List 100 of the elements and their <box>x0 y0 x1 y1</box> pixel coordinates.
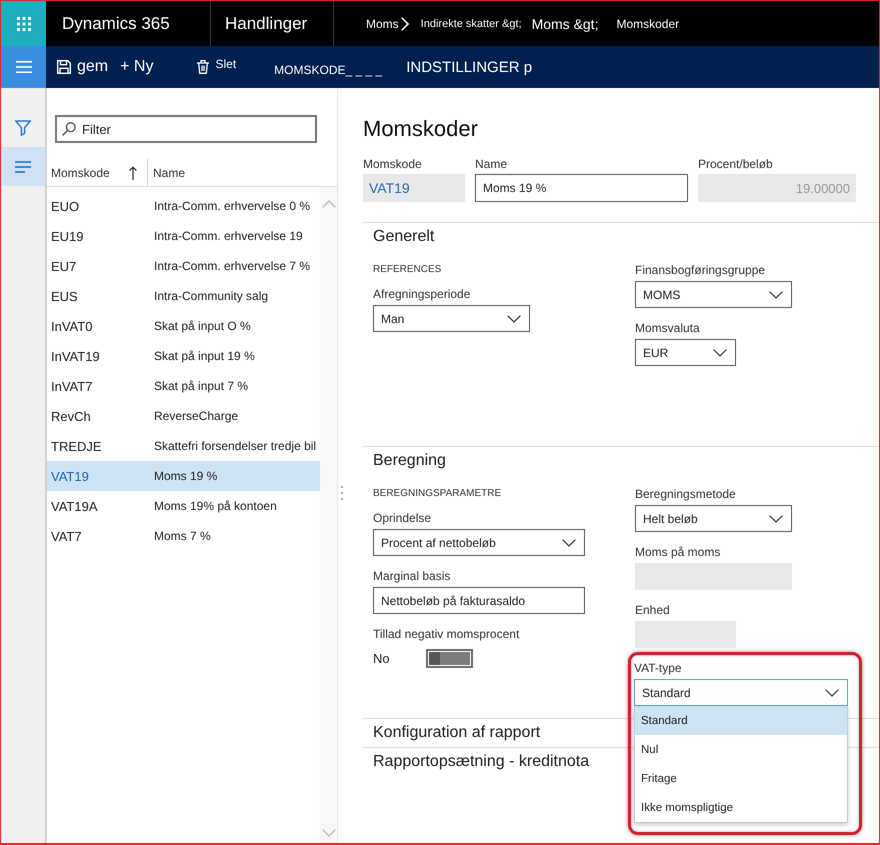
table-cell-text: Moms 19 % <box>153 469 218 483</box>
table-cell-text: EUS <box>50 288 79 304</box>
group-heading: BEREGNINGSPARAMETRE <box>373 487 502 501</box>
chevron-down-icon[interactable] <box>322 829 336 837</box>
list-row[interactable]: VAT19A Moms 19% på kontoen <box>47 491 320 521</box>
app-title[interactable]: Dynamics 365 <box>62 14 210 34</box>
action-tab[interactable]: INDSTILLINGER p <box>406 58 532 76</box>
list-row[interactable]: EUS Intra-Community salg <box>47 281 320 311</box>
filter-field[interactable]: Filter <box>55 115 317 143</box>
table-cell-text: InVAT19 <box>50 348 101 364</box>
readonly-field: 19.00000 <box>698 174 856 202</box>
list-row[interactable]: InVAT7 Skat på input 7 % <box>47 371 320 401</box>
field-label: Afregningsperiode <box>373 286 472 302</box>
field-label: Momskode <box>363 156 423 172</box>
text-field[interactable]: Nettobeløb på fakturasaldo <box>373 587 585 614</box>
chevron-down-icon <box>562 538 576 546</box>
module-name[interactable]: Handlinger <box>211 14 333 34</box>
chevron-down-icon <box>825 688 839 696</box>
dropdown-field[interactable]: Standard <box>634 679 848 706</box>
field-label: Beregningsmetode <box>635 486 737 502</box>
toggle-state-text: No <box>373 651 391 666</box>
chevron-down-icon <box>713 348 727 356</box>
list-view-button[interactable] <box>1 147 45 186</box>
field-label: Procent/beløb <box>698 156 774 172</box>
table-cell-text: RevCh <box>50 408 92 424</box>
dropdown-option[interactable]: Standard <box>635 706 847 735</box>
dropdown-option[interactable]: Ikke momspligtige <box>635 793 847 822</box>
drag-handle-icon[interactable] <box>341 486 343 500</box>
dropdown-field[interactable]: Procent af nettobeløb <box>373 529 585 556</box>
field-label: Oprindelse <box>373 510 432 526</box>
table-cell-text: Skattefri forsendelser tredje bil <box>153 439 316 453</box>
field-label: Finansbogføringsgruppe <box>635 262 766 278</box>
filter-icon <box>15 120 31 136</box>
table-cell-text: Intra-Community salg <box>153 289 268 303</box>
table-cell-text: InVAT7 <box>50 378 94 394</box>
section-header[interactable]: Generelt <box>373 223 434 251</box>
menu-button[interactable] <box>1 46 46 88</box>
breadcrumb-link[interactable]: Indirekte skatter &gt; <box>420 18 522 30</box>
chevron-down-icon <box>769 514 783 522</box>
field-label: Name <box>475 156 508 172</box>
column-header[interactable]: Momskode <box>47 159 148 186</box>
table-cell-text: EU19 <box>50 228 85 244</box>
list-row[interactable]: EUO Intra-Comm. erhvervelse 0 % <box>47 191 320 221</box>
list-row[interactable]: InVAT0 Skat på input O % <box>47 311 320 341</box>
list-row[interactable]: TREDJE Skattefri forsendelser tredje bil <box>47 431 320 461</box>
table-cell-text: EUO <box>50 198 80 214</box>
field-label: VAT-type <box>634 660 683 676</box>
table-cell-text: TREDJE <box>50 438 103 454</box>
field-label: Tillad negativ momsprocent <box>373 626 520 642</box>
list-row[interactable]: EU7 Intra-Comm. erhvervelse 7 % <box>47 251 320 281</box>
table-cell-text: InVAT0 <box>50 318 94 334</box>
field-label: Momsvaluta <box>635 320 701 336</box>
table-cell-text: VAT19A <box>50 498 98 514</box>
chevron-down-icon <box>507 314 521 322</box>
table-cell-text: Moms 19% på kontoen <box>153 499 277 513</box>
list-row[interactable]: VAT19 Moms 19 % <box>47 461 320 491</box>
table-cell-text: Moms 7 % <box>153 529 211 543</box>
list-row[interactable]: InVAT19 Skat på input 19 % <box>47 341 320 371</box>
dropdown-field[interactable]: Man <box>373 305 530 332</box>
dropdown-field[interactable]: MOMS <box>635 281 792 308</box>
section-header[interactable]: Beregning <box>373 447 446 475</box>
column-header[interactable]: Name <box>148 159 186 186</box>
list-row[interactable]: VAT7 Moms 7 % <box>47 521 320 551</box>
save-button[interactable]: gem <box>55 54 110 80</box>
page-title: Momskoder <box>363 116 479 142</box>
dropdown-field[interactable]: Helt beløb <box>635 505 792 532</box>
dropdown-field[interactable]: EUR <box>635 339 736 366</box>
chevron-up-icon[interactable] <box>322 200 336 208</box>
list-row[interactable]: EU19 Intra-Comm. erhvervelse 19 <box>47 221 320 251</box>
breadcrumb-link[interactable]: Momskoder <box>616 16 680 30</box>
dropdown-option[interactable]: Fritage <box>635 764 847 793</box>
scrollbar[interactable] <box>320 187 337 843</box>
breadcrumb-link[interactable]: Moms <box>366 16 399 30</box>
group-heading: REFERENCES <box>373 263 442 277</box>
table-cell-text: Skat på input 7 % <box>153 379 248 393</box>
table-cell-text: VAT19 <box>50 468 90 484</box>
section-header[interactable]: Konfiguration af rapport <box>373 719 540 747</box>
dropdown-option[interactable]: Nul <box>635 735 847 764</box>
list-row[interactable]: RevCh ReverseCharge <box>47 401 320 431</box>
field-label: Enhed <box>635 602 671 618</box>
action-tab[interactable]: MOMSKODE_ _ _ _ <box>274 63 382 77</box>
search-icon <box>62 122 76 136</box>
menu-icon <box>16 61 32 73</box>
trash-icon <box>197 60 210 74</box>
table-cell-text: Skat på input O % <box>153 319 251 333</box>
table-cell-text: ReverseCharge <box>153 409 238 423</box>
new-button[interactable]: + Ny <box>118 54 156 80</box>
text-field[interactable]: Moms 19 % <box>475 174 688 202</box>
code-field[interactable]: VAT19 <box>363 174 465 202</box>
breadcrumb-link[interactable]: Moms &gt; <box>532 16 598 32</box>
chevron-down-icon <box>769 290 783 298</box>
table-cell-text: Intra-Comm. erhvervelse 19 <box>153 229 303 243</box>
table-cell-text: Skat på input 19 % <box>153 349 255 363</box>
field-label: Marginal basis <box>373 568 452 584</box>
app-launcher-button[interactable] <box>1 1 46 46</box>
section-header[interactable]: Rapportopsætning - kreditnota <box>373 748 590 776</box>
table-cell-text: EU7 <box>50 258 78 274</box>
toggle-switch[interactable] <box>426 649 473 668</box>
delete-button[interactable]: Slet <box>195 56 238 78</box>
save-icon <box>57 60 71 74</box>
